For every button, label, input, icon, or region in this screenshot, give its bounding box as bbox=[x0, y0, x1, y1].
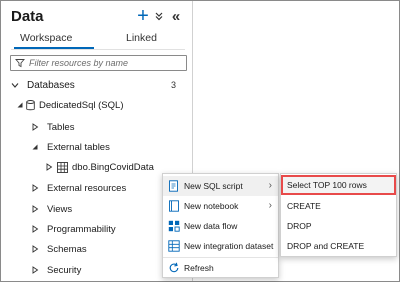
filter-input[interactable]: Filter resources by name bbox=[10, 55, 187, 71]
databases-label: Databases bbox=[27, 79, 75, 91]
tables-label: Tables bbox=[47, 121, 75, 133]
data-flow-icon bbox=[168, 220, 180, 232]
tree-node-external-resources[interactable]: External resources bbox=[31, 181, 126, 195]
programmability-label: Programmability bbox=[47, 223, 116, 235]
tree-node-views[interactable]: Views bbox=[31, 202, 72, 216]
collapsed-caret-icon[interactable] bbox=[31, 204, 39, 214]
collapsed-caret-icon[interactable] bbox=[31, 224, 39, 234]
security-label: Security bbox=[47, 264, 82, 276]
tab-workspace[interactable]: Workspace bbox=[20, 32, 72, 44]
submenu-item-select-top-100[interactable]: Select TOP 100 rows bbox=[281, 175, 396, 195]
menu-item-refresh[interactable]: Refresh bbox=[163, 257, 278, 277]
database-icon bbox=[26, 99, 35, 111]
table-icon bbox=[57, 161, 68, 173]
panel-title: Data bbox=[11, 8, 44, 25]
sql-script-icon bbox=[169, 180, 178, 192]
table-name: dbo.BingCovidData bbox=[72, 161, 154, 173]
collapsed-caret-icon[interactable] bbox=[45, 162, 53, 172]
tree-node-databases[interactable]: Databases bbox=[11, 78, 75, 92]
submenu-item-create[interactable]: CREATE bbox=[281, 196, 396, 216]
sql-script-submenu: Select TOP 100 rows CREATE DROP DROP and… bbox=[280, 173, 397, 257]
tree-node-schemas[interactable]: Schemas bbox=[31, 242, 87, 256]
add-resource-icon[interactable]: + bbox=[135, 6, 151, 26]
active-tab-indicator bbox=[14, 47, 94, 49]
databases-count: 3 bbox=[171, 80, 177, 90]
collapsed-caret-icon[interactable] bbox=[31, 244, 39, 254]
tree-node-table-item[interactable]: dbo.BingCovidData bbox=[45, 160, 154, 174]
filter-icon bbox=[15, 59, 25, 68]
tree-node-dedicatedsql[interactable]: DedicatedSql (SQL) bbox=[16, 98, 123, 112]
collapsed-caret-icon[interactable] bbox=[31, 183, 39, 193]
expanded-caret-icon[interactable] bbox=[31, 142, 39, 152]
context-menu: New SQL script › New notebook › New data… bbox=[162, 173, 279, 278]
menu-item-new-notebook[interactable]: New notebook › bbox=[163, 196, 278, 216]
schemas-label: Schemas bbox=[47, 243, 87, 255]
external-tables-label: External tables bbox=[47, 141, 110, 153]
tree-node-security[interactable]: Security bbox=[31, 263, 81, 277]
tree-node-tables[interactable]: Tables bbox=[31, 120, 74, 134]
database-name: DedicatedSql (SQL) bbox=[39, 99, 124, 111]
collapse-panel-icon[interactable]: « bbox=[169, 7, 183, 25]
notebook-icon bbox=[169, 200, 179, 212]
dataset-icon bbox=[168, 240, 180, 252]
refresh-icon bbox=[169, 262, 179, 273]
views-label: Views bbox=[47, 203, 73, 215]
expanded-caret-icon[interactable] bbox=[16, 100, 24, 110]
submenu-item-drop-and-create[interactable]: DROP and CREATE bbox=[281, 236, 396, 256]
double-chevron-down-icon[interactable] bbox=[153, 7, 165, 25]
tree-node-programmability[interactable]: Programmability bbox=[31, 222, 116, 236]
external-resources-label: External resources bbox=[47, 182, 127, 194]
submenu-arrow-icon: › bbox=[268, 200, 272, 211]
collapsed-caret-icon[interactable] bbox=[31, 265, 39, 275]
collapsed-caret-icon[interactable] bbox=[31, 122, 39, 132]
submenu-arrow-icon: › bbox=[268, 180, 272, 191]
tree-node-external-tables[interactable]: External tables bbox=[31, 140, 110, 154]
tab-linked[interactable]: Linked bbox=[126, 32, 157, 44]
tab-bar: Workspace Linked bbox=[11, 30, 185, 50]
menu-item-new-data-flow[interactable]: New data flow bbox=[163, 216, 278, 236]
submenu-item-drop[interactable]: DROP bbox=[281, 216, 396, 236]
expanded-caret-icon[interactable] bbox=[11, 80, 19, 90]
filter-placeholder: Filter resources by name bbox=[29, 58, 129, 68]
menu-item-new-integration-dataset[interactable]: New integration dataset bbox=[163, 236, 278, 256]
menu-item-new-sql-script[interactable]: New SQL script › bbox=[163, 176, 278, 196]
